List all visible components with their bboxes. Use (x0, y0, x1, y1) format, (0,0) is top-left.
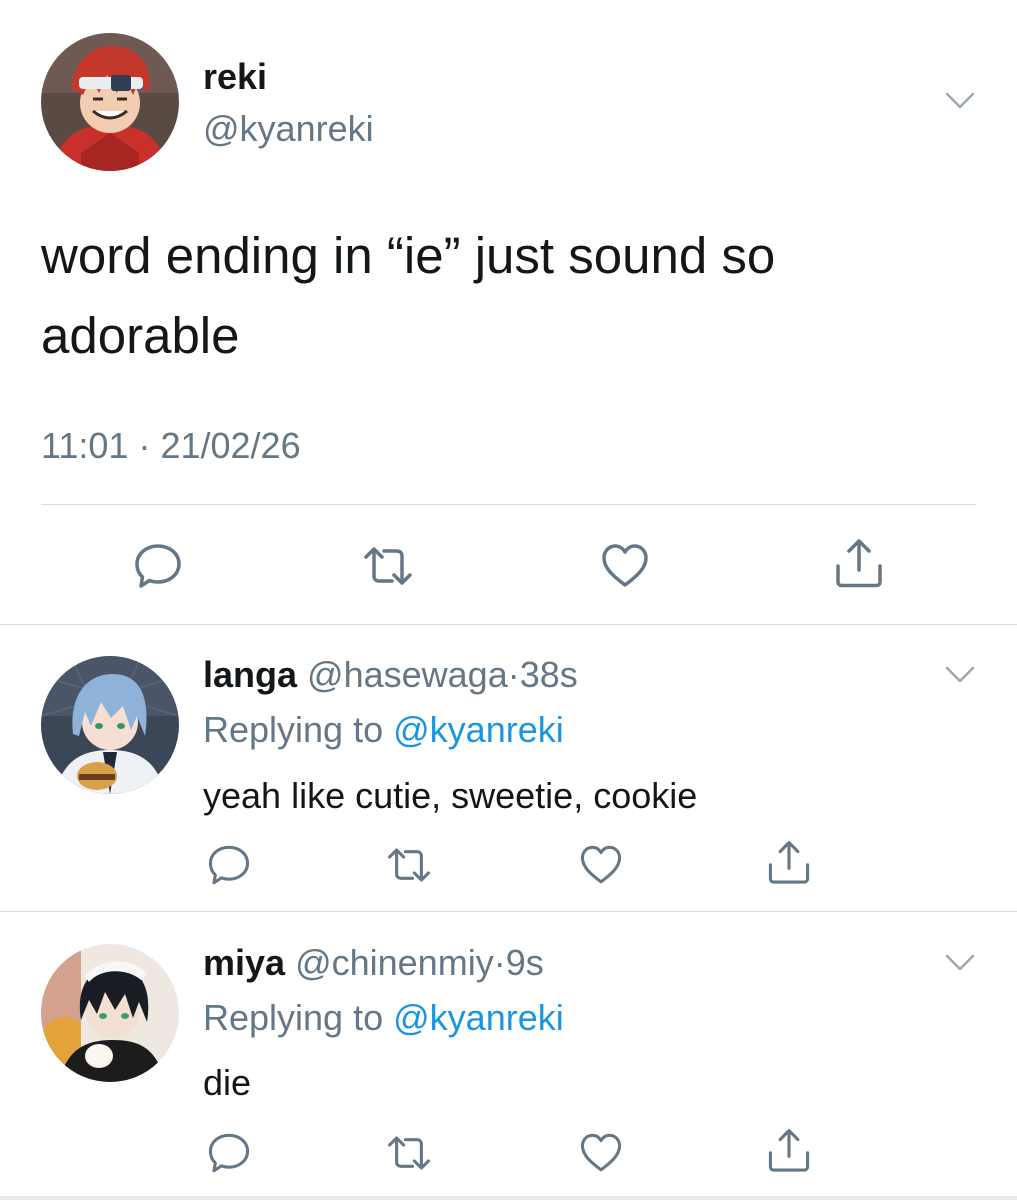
display-name[interactable]: miya (203, 942, 285, 983)
reply-header: miya @chinenmiy·9s (203, 942, 544, 984)
mention-link[interactable]: @kyanreki (393, 997, 564, 1038)
meta-separator: · (138, 425, 151, 466)
tweet-time: 11:01 (41, 425, 129, 466)
tweet-timestamp: 11:01 · 21/02/26 (41, 425, 301, 467)
tweet-date: 21/02/26 (160, 425, 301, 466)
display-name[interactable]: reki (203, 56, 267, 98)
user-handle[interactable]: @chinenmiy (295, 942, 494, 983)
tweet-text: yeah like cutie, sweetie, cookie (203, 775, 698, 816)
divider (0, 1196, 1017, 1200)
main-tweet: reki @kyanreki word ending in “ie” just … (0, 0, 1017, 624)
user-handle[interactable]: @hasewaga (307, 654, 508, 695)
meta-separator: · (493, 942, 506, 983)
retweet-icon[interactable] (386, 1130, 432, 1176)
avatar-image (41, 33, 179, 171)
heart-icon[interactable] (578, 842, 624, 888)
heart-icon[interactable] (599, 540, 651, 592)
user-handle[interactable]: @kyanreki (203, 108, 374, 150)
replying-to: Replying to @kyanreki (203, 709, 564, 751)
reply-icon[interactable] (206, 842, 252, 888)
replying-to: Replying to @kyanreki (203, 997, 564, 1039)
avatar[interactable] (41, 656, 179, 794)
avatar-image (41, 944, 179, 1082)
tweet-text: word ending in “ie” just sound so adorab… (41, 227, 776, 364)
heart-icon[interactable] (578, 1130, 624, 1176)
replying-label: Replying to (203, 709, 384, 750)
display-name[interactable]: langa (203, 654, 297, 695)
share-icon[interactable] (766, 840, 812, 886)
tweet-time[interactable]: 9s (506, 942, 544, 983)
reply-icon[interactable] (132, 540, 184, 592)
reply-icon[interactable] (206, 1130, 252, 1176)
retweet-icon[interactable] (386, 842, 432, 888)
meta-separator: · (507, 654, 520, 695)
divider (0, 911, 1017, 912)
reply-header: langa @hasewaga·38s (203, 654, 578, 696)
chevron-down-icon[interactable] (945, 92, 975, 110)
retweet-icon[interactable] (362, 540, 414, 592)
chevron-down-icon[interactable] (945, 954, 975, 972)
divider (0, 624, 1017, 625)
share-icon[interactable] (766, 1128, 812, 1174)
tweet-text: die (203, 1062, 252, 1103)
chevron-down-icon[interactable] (945, 666, 975, 684)
replying-label: Replying to (203, 997, 384, 1038)
avatar[interactable] (41, 944, 179, 1082)
mention-link[interactable]: @kyanreki (393, 709, 564, 750)
share-icon[interactable] (833, 538, 885, 590)
avatar[interactable] (41, 33, 179, 171)
divider (41, 504, 976, 505)
tweet-time[interactable]: 38s (520, 654, 578, 695)
avatar-image (41, 656, 179, 794)
